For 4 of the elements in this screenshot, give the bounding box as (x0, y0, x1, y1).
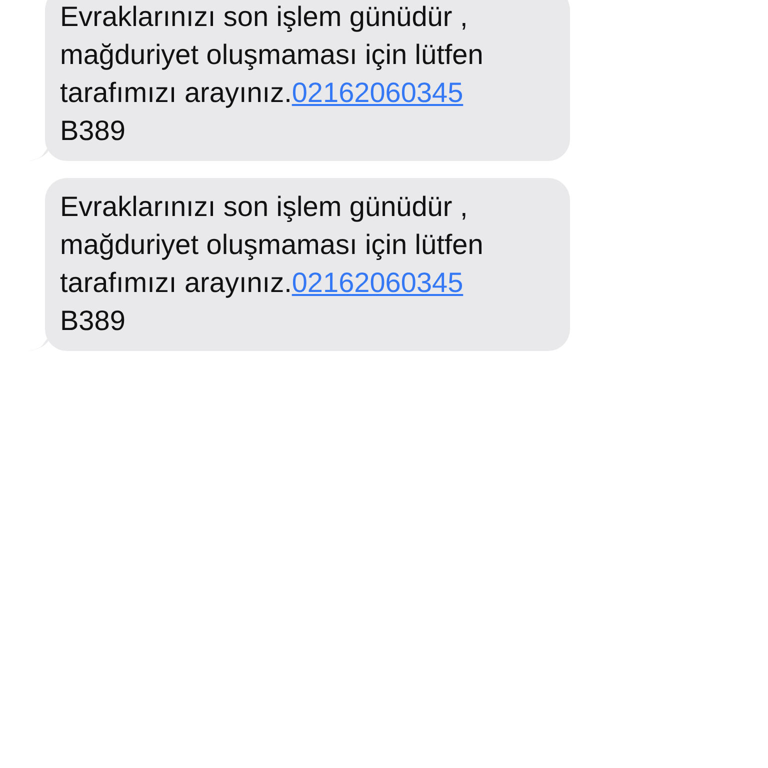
phone-link[interactable]: 02162060345 (292, 77, 464, 108)
message-text: Evraklarınızı son işlem günüdür , mağduriyet oluşmaması için lütfen tarafımızı arayınız.02162060345 B389 (60, 0, 484, 148)
phone-link[interactable]: 02162060345 (292, 267, 464, 298)
message-text: Evraklarınızı son işlem günüdür , mağduriyet oluşmaması için lütfen tarafımızı arayınız.02162060345 B389 (60, 190, 484, 338)
